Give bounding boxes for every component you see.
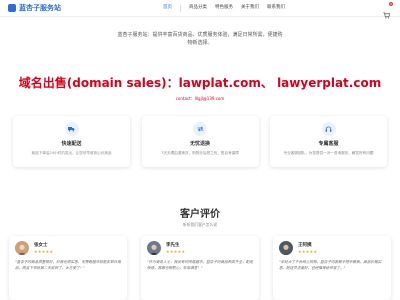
reviews-heading: 客户评价: [180, 209, 220, 220]
feature-card-delivery: 快速配送 商品下单后24小时内发出，让您尽早收到心仪商品: [13, 116, 130, 167]
cart-count-badge: 0: [389, 2, 393, 6]
cart-icon: [383, 12, 391, 19]
review-card: 张女士 ★★★★★ "蓝杏子的商品质量很好，价格也很实惠，无需跑超市就能买到日用…: [9, 236, 127, 300]
exchange-icon: [193, 122, 207, 136]
avatar: [279, 241, 293, 255]
review-cards: 张女士 ★★★★★ "蓝杏子的商品质量很好，价格也很实惠，无需跑超市就能买到日用…: [9, 236, 391, 300]
nav-item-contact[interactable]: 联系我们: [267, 5, 285, 12]
hero-line-2: 物新选择。: [187, 40, 213, 46]
nav-item-services[interactable]: 特色服务: [215, 5, 233, 12]
main-nav: 首页 商品分类 特色服务 关于我们 联系我们: [163, 4, 293, 12]
reviewer-name: 王阿姨: [298, 243, 312, 248]
reviewer-name: 李先生: [166, 243, 180, 248]
feature-desc: 商品下单后24小时内发出，让您尽早收到心仪商品: [31, 151, 112, 155]
nav-item-home[interactable]: 首页: [163, 5, 172, 12]
cart-button[interactable]: 0: [383, 2, 393, 19]
contact-email[interactable]: contact：lllgjl@139.com: [0, 96, 400, 102]
feature-card-returns: 无忧退换 7天无理由退换货，购物无后顾之忧，售后有保障: [141, 116, 259, 167]
headset-icon: [321, 122, 336, 136]
logo-icon: [8, 4, 16, 12]
nav-divider: [180, 4, 181, 12]
avatar: [147, 241, 161, 255]
domain-sale-banner: 域名出售(domain sales)：lawplat.com、 lawyerpl…: [18, 76, 382, 90]
reviews-subheading: 听听我们客户怎么说: [182, 222, 218, 227]
site-header: 蓝杏子服务站 首页 商品分类 特色服务 关于我们 联系我们 0: [0, 0, 400, 19]
feature-desc: 7天无理由退换货，购物无后顾之忧，售后有保障: [161, 151, 239, 155]
hero-line-1: 蓝杏子服务站：提供丰富百货商品、优质服务体验，满足日常所需，便捷购: [117, 32, 283, 38]
nav-item-about[interactable]: 关于我们: [241, 5, 259, 12]
review-card: 王阿姨 ★★★★★ "年纪大了不会网上购物，蓝杏子的客服手把手教我，商品价格实惠…: [273, 236, 391, 300]
feature-title: 专属客服: [318, 141, 339, 147]
reviewer-name: 张女士: [34, 243, 48, 248]
review-text: "年纪大了不会网上购物，蓝杏子的客服手把手教我，商品价格实惠，配送员态度好，已经…: [279, 260, 382, 270]
rating-stars: ★★★★★: [298, 249, 318, 254]
logo-text: 蓝杏子服务站: [19, 4, 61, 12]
site-logo[interactable]: 蓝杏子服务站: [8, 4, 61, 12]
avatar: [15, 241, 29, 255]
nav-item-categories[interactable]: 商品分类: [189, 5, 207, 12]
feature-title: 快速配送: [61, 141, 82, 147]
review-card: 李先生 ★★★★★ "作为商务人士，我没有时间逛超市，蓝杏子的商品种类齐全，配送…: [141, 236, 259, 300]
rating-stars: ★★★★★: [166, 249, 186, 254]
feature-card-support: 专属客服 专业客服团队，为您提供一对一咨询服务，解答所有问题: [270, 116, 387, 167]
feature-desc: 专业客服团队，为您提供一对一咨询服务，解答所有问题: [283, 151, 374, 155]
review-text: "作为商务人士，我没有时间逛超市，蓝杏子的商品种类齐全，配送快速，客服也很耐心，…: [147, 260, 253, 270]
truck-icon: [64, 122, 79, 136]
rating-stars: ★★★★★: [34, 249, 54, 254]
feature-title: 无忧退换: [189, 141, 210, 147]
hero-description: 蓝杏子服务站：提供丰富百货商品、优质服务体验，满足日常所需，便捷购 物新选择。: [0, 31, 400, 47]
feature-cards: 快速配送 商品下单后24小时内发出，让您尽早收到心仪商品 无忧退换 7天无理由退…: [13, 116, 387, 167]
review-text: "蓝杏子的商品质量很好，价格也很实惠，无需跑超市就能买到日用品，而且下单后第二天…: [15, 260, 121, 270]
